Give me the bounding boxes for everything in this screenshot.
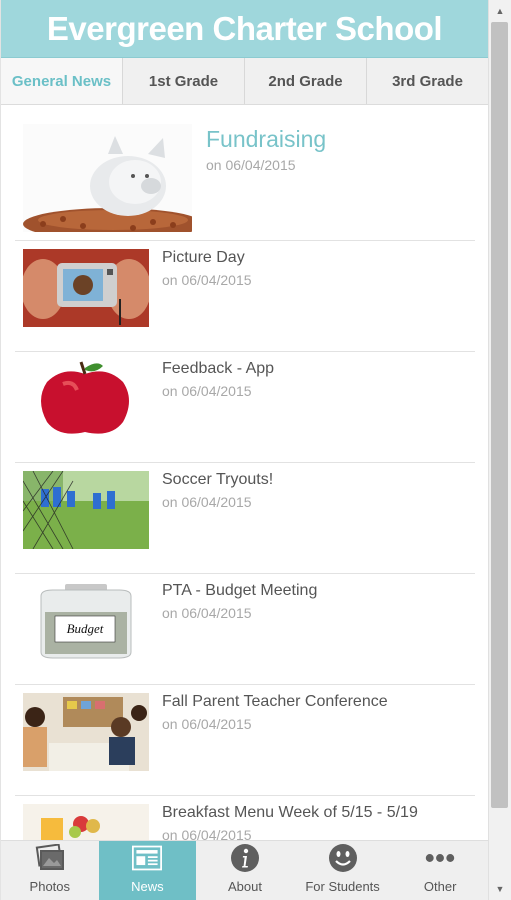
news-item-breakfast-menu[interactable]: Breakfast Menu Week of 5/15 - 5/19 on 06… — [15, 796, 475, 840]
news-item-date: on 06/04/2015 — [162, 605, 252, 621]
news-item-date: on 06/04/2015 — [162, 716, 252, 732]
nav-photos[interactable]: Photos — [1, 841, 99, 900]
nav-news[interactable]: News — [98, 841, 197, 900]
news-item-title: PTA - Budget Meeting — [162, 582, 318, 599]
nav-for-students-label: For Students — [305, 879, 380, 894]
news-list: Fundraising on 06/04/2015 Picture Day on… — [1, 106, 488, 840]
app-window: Evergreen Charter School General News 1s… — [0, 0, 488, 900]
news-item-soccer-tryouts[interactable]: Soccer Tryouts! on 06/04/2015 — [15, 463, 475, 574]
featured-date: on 06/04/2015 — [206, 157, 296, 173]
vertical-scrollbar[interactable]: ▲ ▼ — [488, 0, 511, 900]
news-item-date: on 06/04/2015 — [162, 383, 252, 399]
news-item-title: Fall Parent Teacher Conference — [162, 693, 388, 710]
budget-label-text: Budget — [67, 621, 104, 636]
news-item-title: Picture Day — [162, 249, 245, 266]
app-header: Evergreen Charter School — [1, 0, 488, 58]
scroll-down-arrow-icon[interactable]: ▼ — [489, 880, 511, 898]
news-item-title: Feedback - App — [162, 360, 275, 377]
news-item-date: on 06/04/2015 — [162, 494, 252, 510]
tab-1st-grade[interactable]: 1st Grade — [123, 58, 245, 104]
tab-3rd-grade[interactable]: 3rd Grade — [367, 58, 488, 104]
nav-other-label: Other — [423, 879, 457, 894]
news-item-title: Soccer Tryouts! — [162, 471, 274, 488]
nav-photos-label: Photos — [29, 879, 71, 894]
piggy-bank-thumbnail — [23, 124, 192, 232]
news-item-parent-teacher-conference[interactable]: Fall Parent Teacher Conference on 06/04/… — [15, 685, 475, 796]
scrollbar-thumb[interactable] — [491, 22, 508, 808]
photos-icon — [35, 843, 65, 873]
featured-title: Fundraising — [206, 126, 327, 152]
nav-news-label: News — [131, 879, 164, 894]
school-title: Evergreen Charter School — [46, 9, 443, 47]
news-item-date: on 06/04/2015 — [162, 827, 252, 840]
info-icon — [230, 843, 260, 873]
featured-news-item[interactable]: Fundraising on 06/04/2015 — [15, 106, 475, 241]
smiley-icon — [328, 843, 358, 873]
news-item-title: Breakfast Menu Week of 5/15 - 5/19 — [162, 804, 418, 821]
nav-for-students[interactable]: For Students — [294, 841, 392, 900]
tab-2nd-grade[interactable]: 2nd Grade — [245, 58, 367, 104]
classroom-thumbnail — [23, 693, 149, 771]
grade-tabs: General News 1st Grade 2nd Grade 3rd Gra… — [1, 58, 488, 105]
breakfast-thumbnail — [23, 804, 149, 840]
news-item-pta-budget[interactable]: Budget PTA - Budget Meeting on 06/04/201… — [15, 574, 475, 685]
nav-about[interactable]: About — [196, 841, 294, 900]
soccer-thumbnail — [23, 471, 149, 549]
nav-about-label: About — [227, 879, 262, 894]
news-item-picture-day[interactable]: Picture Day on 06/04/2015 — [15, 241, 475, 352]
scroll-up-arrow-icon[interactable]: ▲ — [489, 2, 511, 20]
budget-jar-thumbnail: Budget — [23, 582, 149, 660]
news-item-date: on 06/04/2015 — [162, 272, 252, 288]
more-icon — [425, 843, 455, 873]
news-item-feedback-app[interactable]: Feedback - App on 06/04/2015 — [15, 352, 475, 463]
tab-general-news[interactable]: General News — [1, 58, 123, 104]
bottom-navigation: Photos News About For Students Other — [1, 840, 488, 900]
camera-thumbnail — [23, 249, 149, 327]
apple-thumbnail — [23, 360, 149, 438]
nav-other[interactable]: Other — [391, 841, 488, 900]
news-icon — [132, 843, 163, 873]
